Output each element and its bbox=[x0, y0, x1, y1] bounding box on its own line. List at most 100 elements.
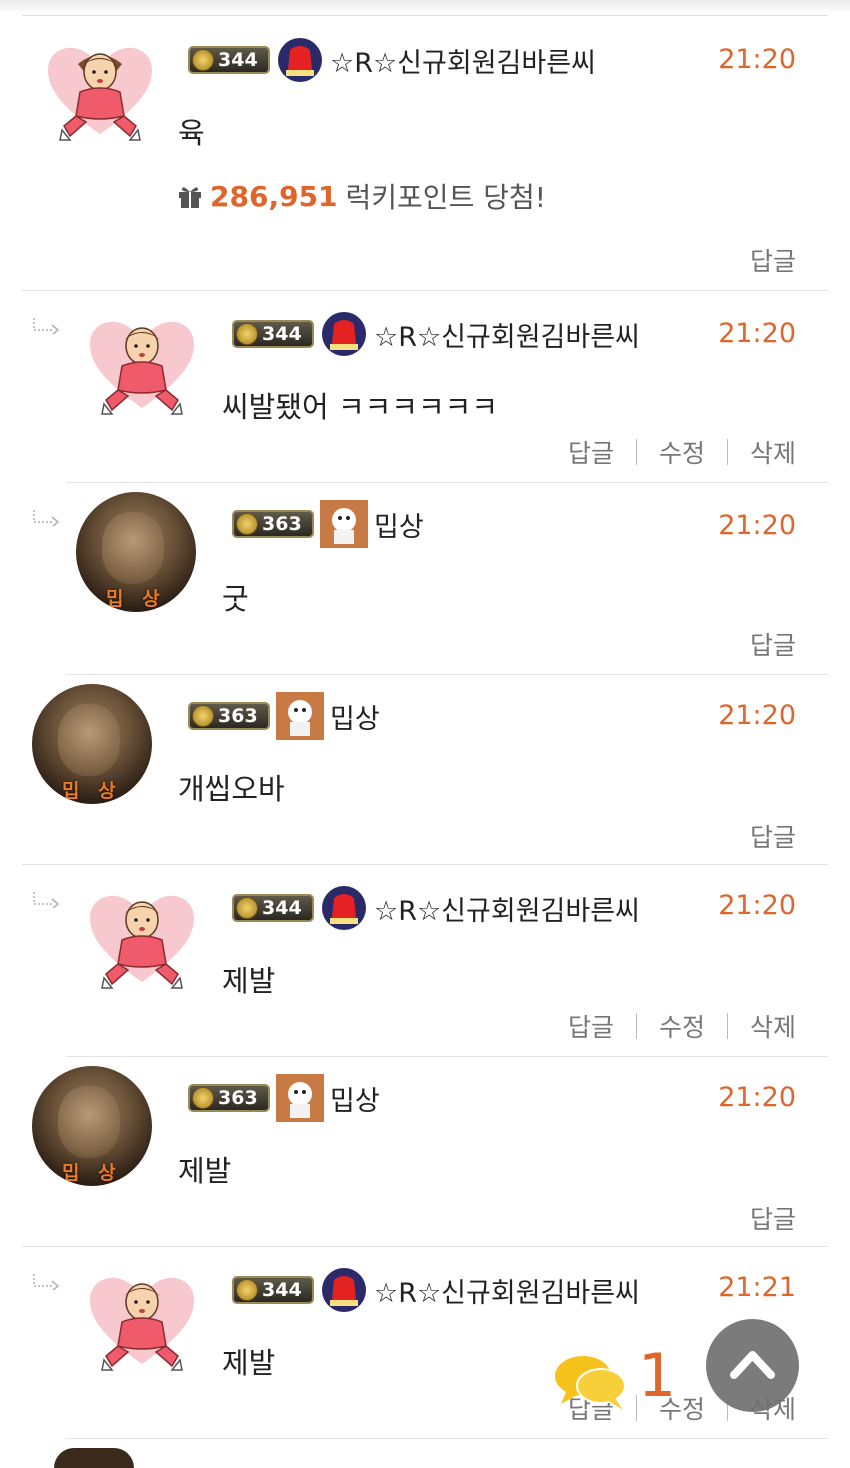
author-nickname[interactable]: ☆R☆신규회원김바른씨 bbox=[330, 41, 596, 80]
level-medal-icon bbox=[192, 49, 214, 71]
lucky-points: 286,951 bbox=[210, 179, 338, 213]
comment-actions: 답글 수정 삭제 bbox=[568, 1008, 796, 1044]
author-nickname[interactable]: ☆R☆신규회원김바른씨 bbox=[374, 315, 640, 354]
comment-text: 제발 bbox=[222, 1346, 276, 1380]
avatar[interactable] bbox=[82, 874, 202, 994]
level-badge: 363 bbox=[188, 702, 270, 730]
level-number: 344 bbox=[262, 1279, 302, 1301]
author-nickname[interactable]: 밉상 bbox=[330, 1079, 380, 1118]
level-medal-icon bbox=[236, 513, 258, 535]
avatar[interactable]: 밉 상 bbox=[32, 684, 152, 804]
comment-item: 밉 상 363 밉상 21:20 개씹오바 답글 bbox=[22, 676, 828, 865]
comment-item: 344 ☆R☆신규회원김바른씨 21:20 씨발됐어 ㅋㅋㅋㅋㅋㅋ 답글 수정 … bbox=[33, 292, 828, 483]
level-number: 363 bbox=[218, 705, 258, 727]
chevron-up-icon bbox=[730, 1351, 775, 1379]
comment-time: 21:21 bbox=[718, 1272, 796, 1303]
comment-time: 21:20 bbox=[718, 700, 796, 731]
delete-button[interactable]: 삭제 bbox=[750, 1008, 796, 1044]
edit-button[interactable]: 수정 bbox=[659, 434, 705, 470]
level-number: 363 bbox=[218, 1087, 258, 1109]
author-row: 344 ☆R☆신규회원김바른씨 bbox=[232, 886, 640, 930]
reply-button[interactable]: 답글 bbox=[750, 626, 796, 662]
comment-time: 21:20 bbox=[718, 44, 796, 75]
scroll-top-button[interactable] bbox=[706, 1319, 799, 1412]
author-nickname[interactable]: 밉상 bbox=[330, 697, 380, 736]
avatar-caption: 밉 상 bbox=[62, 1162, 122, 1184]
cartoon-grade-icon bbox=[276, 692, 324, 740]
comment-actions: 답글 bbox=[750, 626, 796, 662]
avatar[interactable] bbox=[40, 26, 160, 146]
avatar-girl-image bbox=[48, 47, 152, 141]
level-medal-icon bbox=[236, 323, 258, 345]
red-lantern-grade-icon bbox=[322, 1268, 366, 1312]
comment-actions: 답글 bbox=[750, 242, 796, 278]
author-row: 344 ☆R☆신규회원김바른씨 bbox=[232, 312, 640, 356]
avatar[interactable]: 밉 상 bbox=[32, 1066, 152, 1186]
level-number: 344 bbox=[218, 49, 258, 71]
avatar-caption: 밉 상 bbox=[106, 588, 166, 610]
avatar-face bbox=[58, 1086, 120, 1158]
reply-button[interactable]: 답글 bbox=[750, 818, 796, 854]
chat-count[interactable]: 1 bbox=[638, 1346, 676, 1406]
edit-button[interactable]: 수정 bbox=[659, 1008, 705, 1044]
comment-item: 밉 상 363 밉상 21:20 제발 답글 bbox=[22, 1058, 828, 1247]
comment-actions: 답글 수정 삭제 bbox=[568, 434, 796, 470]
author-nickname[interactable]: 밉상 bbox=[374, 505, 424, 544]
lucky-point-line: 286,951 럭키포인트 당첨! bbox=[176, 176, 546, 216]
avatar[interactable] bbox=[82, 1256, 202, 1376]
reply-button[interactable]: 답글 bbox=[568, 434, 614, 470]
level-medal-icon bbox=[236, 897, 258, 919]
comment-text: 굿 bbox=[222, 582, 249, 616]
comment-time: 21:20 bbox=[718, 510, 796, 541]
chat-bubbles-icon[interactable] bbox=[553, 1352, 628, 1412]
red-lantern-grade-icon bbox=[322, 886, 366, 930]
comment-actions: 답글 bbox=[750, 818, 796, 854]
comment-item: 밉 상 363 밉상 21:20 굿 답글 bbox=[33, 484, 828, 675]
cartoon-grade-icon bbox=[320, 500, 368, 548]
comment-time: 21:20 bbox=[718, 1082, 796, 1113]
action-divider bbox=[726, 439, 728, 465]
level-badge: 363 bbox=[188, 1084, 270, 1112]
reply-arrow-icon bbox=[33, 1274, 60, 1290]
red-lantern-grade-icon bbox=[322, 312, 366, 356]
delete-button[interactable]: 삭제 bbox=[750, 434, 796, 470]
reply-button[interactable]: 답글 bbox=[568, 1008, 614, 1044]
comment-item: 344 ☆R☆신규회원김바른씨 21:20 육 286,951 럭키포인트 당첨… bbox=[22, 16, 828, 291]
level-badge: 344 bbox=[232, 1276, 314, 1304]
author-nickname[interactable]: ☆R☆신규회원김바른씨 bbox=[374, 1271, 640, 1310]
level-number: 344 bbox=[262, 323, 302, 345]
author-row: 344 ☆R☆신규회원김바른씨 bbox=[232, 1268, 640, 1312]
level-badge: 344 bbox=[232, 320, 314, 348]
reply-button[interactable]: 답글 bbox=[750, 242, 796, 278]
avatar-face bbox=[58, 704, 120, 776]
author-row: 363 밉상 bbox=[188, 1074, 380, 1122]
lucky-label: 럭키포인트 당첨! bbox=[345, 181, 546, 214]
comment-text: 제발 bbox=[222, 964, 276, 998]
comment-time: 21:20 bbox=[718, 318, 796, 349]
red-lantern-grade-icon bbox=[278, 38, 322, 82]
avatar-face bbox=[102, 512, 164, 584]
top-shadow-bar bbox=[0, 0, 850, 14]
comment-text: 개씹오바 bbox=[178, 772, 285, 806]
avatar-girl-image bbox=[90, 895, 194, 989]
level-medal-icon bbox=[192, 1087, 214, 1109]
avatar-girl-image bbox=[90, 321, 194, 415]
reply-button[interactable]: 답글 bbox=[750, 1200, 796, 1236]
reply-arrow-icon bbox=[33, 892, 60, 908]
level-number: 344 bbox=[262, 897, 302, 919]
level-badge: 344 bbox=[188, 46, 270, 74]
comment-text: 육 bbox=[178, 116, 205, 150]
comment-text: 제발 bbox=[178, 1154, 232, 1188]
author-row: 344 ☆R☆신규회원김바른씨 bbox=[188, 38, 596, 82]
level-medal-icon bbox=[192, 705, 214, 727]
level-badge: 344 bbox=[232, 894, 314, 922]
cartoon-grade-icon bbox=[276, 1074, 324, 1122]
comment-actions: 답글 bbox=[750, 1200, 796, 1236]
reply-arrow-icon bbox=[33, 318, 60, 334]
avatar[interactable]: 밉 상 bbox=[76, 492, 196, 612]
author-nickname[interactable]: ☆R☆신규회원김바른씨 bbox=[374, 889, 640, 928]
gift-icon bbox=[179, 187, 201, 208]
avatar[interactable] bbox=[82, 300, 202, 420]
comment-text: 씨발됐어 ㅋㅋㅋㅋㅋㅋ bbox=[222, 390, 499, 424]
comment-item: 344 ☆R☆신규회원김바른씨 21:20 제발 답글 수정 삭제 bbox=[33, 866, 828, 1057]
